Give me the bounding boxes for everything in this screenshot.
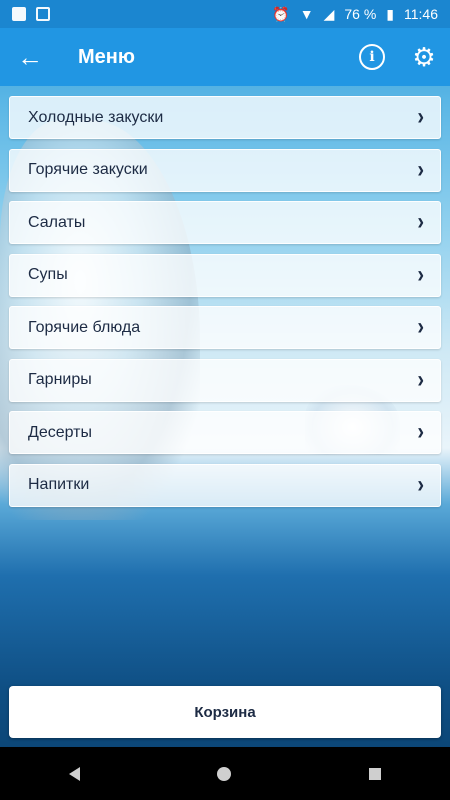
menu-item-hot-appetizers[interactable]: Горячие закуски › — [9, 148, 441, 192]
chevron-right-icon: › — [417, 103, 424, 131]
cart-button[interactable]: Корзина — [9, 686, 441, 738]
battery-level: 76 % — [344, 6, 377, 22]
gear-icon: ⚙ — [412, 42, 436, 72]
menu-item-label: Салаты — [28, 213, 86, 231]
back-button[interactable]: ← — [0, 28, 60, 86]
menu-item-drinks[interactable]: Напитки › — [9, 463, 441, 507]
menu-item-hot-dishes[interactable]: Горячие блюда › — [9, 306, 441, 349]
nav-home-icon[interactable] — [217, 766, 232, 781]
nav-recents-icon[interactable] — [369, 767, 382, 780]
menu-item-salads[interactable]: Салаты › — [9, 201, 441, 244]
nav-back-icon[interactable] — [68, 766, 80, 781]
chevron-right-icon: › — [417, 313, 424, 341]
clock: 11:46 — [404, 6, 438, 22]
chevron-right-icon: › — [417, 261, 424, 288]
alarm-icon: ⏰ — [272, 5, 290, 22]
battery-icon: ▮ — [386, 5, 394, 22]
settings-button[interactable]: ⚙ — [398, 28, 450, 86]
menu-list: Холодные закуски › Горячие закуски › Сал… — [9, 96, 441, 516]
page-title: Меню — [78, 45, 135, 68]
menu-item-label: Супы — [28, 266, 68, 283]
menu-item-label: Горячие блюда — [28, 318, 141, 336]
menu-item-label: Холодные закуски — [28, 108, 164, 126]
system-nav-bar — [0, 747, 450, 800]
chevron-right-icon: › — [417, 471, 424, 498]
menu-item-desserts[interactable]: Десерты › — [9, 411, 441, 454]
chevron-right-icon: › — [417, 366, 424, 393]
status-bar: ⏰ ▼ ◢ 76 % ▮ 11:46 — [0, 0, 450, 28]
arrow-left-icon: ← — [17, 41, 43, 72]
image-icon — [36, 7, 50, 21]
app-bar: ← Меню i ⚙ — [0, 28, 450, 86]
menu-item-label: Гарниры — [28, 371, 92, 388]
chevron-right-icon: › — [417, 156, 424, 183]
outlook-icon — [12, 7, 26, 21]
info-button[interactable]: i — [346, 28, 398, 86]
menu-item-soups[interactable]: Супы › — [9, 253, 441, 297]
chevron-right-icon: › — [417, 208, 424, 236]
menu-item-label: Горячие закуски — [28, 161, 148, 178]
menu-item-label: Десерты — [28, 423, 93, 441]
wifi-icon: ▼ — [299, 6, 314, 22]
info-icon: i — [359, 44, 385, 70]
menu-item-cold-appetizers[interactable]: Холодные закуски › — [9, 96, 441, 139]
menu-item-label: Напитки — [28, 476, 90, 493]
menu-item-sides[interactable]: Гарниры › — [9, 358, 441, 402]
chevron-right-icon: › — [417, 418, 424, 446]
signal-icon: ◢ — [323, 5, 335, 22]
